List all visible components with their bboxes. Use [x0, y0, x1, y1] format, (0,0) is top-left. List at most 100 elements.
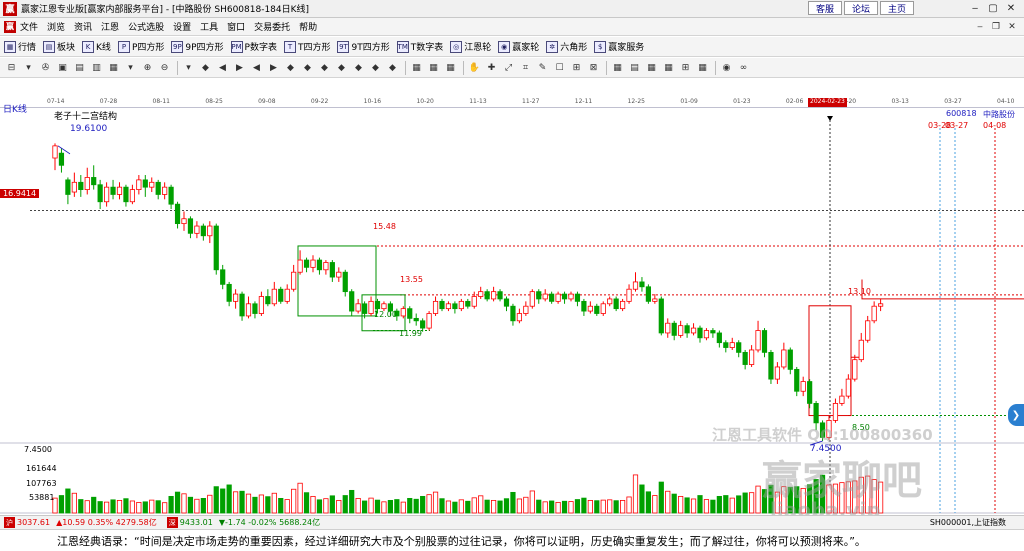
volume-bar	[349, 489, 355, 514]
sz-index-icon: 深	[166, 517, 178, 528]
close-icon[interactable]: ✕	[1002, 1, 1020, 15]
toolbar-item-7[interactable]: 9T 9T四方形	[337, 40, 390, 53]
candle-body	[213, 225, 219, 271]
tool-icon[interactable]: ▶	[266, 61, 281, 75]
scroll-right-button[interactable]: ❯	[1008, 404, 1024, 426]
tool-icon[interactable]: ▣	[55, 61, 70, 75]
volume-bar	[594, 500, 600, 514]
tool-icon[interactable]: ⤢	[501, 61, 516, 75]
tool-icon[interactable]: ⊕	[140, 61, 155, 75]
tool-icon[interactable]: ◆	[198, 61, 213, 75]
tool-icon[interactable]: ▾	[123, 61, 138, 75]
toolbar-item-1[interactable]: ▤ 板块	[43, 40, 75, 53]
menu-info[interactable]: 资讯	[74, 20, 92, 33]
volume-bar	[278, 497, 284, 514]
tool-icon[interactable]: ▾	[181, 61, 196, 75]
candle-body	[355, 303, 361, 312]
menu-window[interactable]: 窗口	[227, 20, 245, 33]
tool-icon[interactable]: ◆	[317, 61, 332, 75]
tool-icon[interactable]: ▦	[644, 61, 659, 75]
selected-date: 2024-02-23	[808, 98, 847, 107]
menu-gann[interactable]: 江恩	[101, 20, 119, 33]
box2-top-label: 13.55	[400, 275, 423, 284]
tool-icon[interactable]: ⊟	[4, 61, 19, 75]
menu-formula[interactable]: 公式选股	[128, 20, 164, 33]
tool-icon[interactable]: ⊞	[678, 61, 693, 75]
menu-tools[interactable]: 工具	[200, 20, 218, 33]
tool-icon[interactable]: ▦	[443, 61, 458, 75]
home-button[interactable]: 主页	[880, 1, 914, 15]
tool-icon[interactable]: ✋	[467, 61, 482, 75]
menu-trade[interactable]: 交易委托	[254, 20, 290, 33]
tool-icon[interactable]: ⊞	[569, 61, 584, 75]
tool-icon[interactable]: ◆	[351, 61, 366, 75]
menu-file[interactable]: 文件	[20, 20, 38, 33]
toolbar-item-6[interactable]: T T四方形	[283, 40, 330, 53]
child-minimize-icon[interactable]: ‒	[972, 20, 988, 33]
minimize-icon[interactable]: ‒	[966, 1, 984, 15]
toolbar-item-8[interactable]: TM T数字表	[396, 40, 443, 53]
service-button[interactable]: 客服	[808, 1, 842, 15]
toolbar-item-3[interactable]: P P四方形	[117, 40, 164, 53]
toolbar-item-10[interactable]: ◉ 赢家轮	[498, 40, 539, 53]
toolbar-item-5[interactable]: PM P数字表	[230, 40, 277, 53]
child-restore-icon[interactable]: ❐	[988, 20, 1004, 33]
candle-body	[755, 330, 761, 351]
tool-icon[interactable]: ✎	[535, 61, 550, 75]
toolbar-item-4[interactable]: 9P 9P四方形	[171, 40, 224, 53]
toolbar-item-9[interactable]: ◎ 江恩轮	[450, 40, 491, 53]
tool-icon[interactable]: ▦	[610, 61, 625, 75]
tool-icon[interactable]: ▦	[661, 61, 676, 75]
maximize-icon[interactable]: ▢	[984, 1, 1002, 15]
tool-icon[interactable]: ▦	[426, 61, 441, 75]
child-close-icon[interactable]: ✕	[1004, 20, 1020, 33]
tool-icon[interactable]: ◆	[334, 61, 349, 75]
tool-icon[interactable]: ◆	[300, 61, 315, 75]
tool-icon[interactable]: ◆	[283, 61, 298, 75]
tool-icon[interactable]: ⊖	[157, 61, 172, 75]
candle-body	[349, 291, 355, 312]
volume-bar	[226, 484, 232, 514]
volume-bar	[181, 493, 187, 514]
candle-body	[542, 293, 548, 300]
tool-icon[interactable]: ☐	[552, 61, 567, 75]
toolbar-item-11[interactable]: ✲ 六角形	[546, 40, 587, 53]
tool-icon[interactable]: ◉	[719, 61, 734, 75]
tool-icon[interactable]: ◆	[368, 61, 383, 75]
toolbar-item-2[interactable]: K K线	[82, 40, 111, 53]
volume-bar	[503, 498, 510, 514]
tool-icon[interactable]: ▦	[695, 61, 710, 75]
tool-icon[interactable]: ✇	[38, 61, 53, 75]
tool-icon[interactable]: ⊠	[586, 61, 601, 75]
index-name[interactable]: SH000001,上证指数	[930, 517, 1006, 528]
menu-browse[interactable]: 浏览	[47, 20, 65, 33]
toolbar-item-12[interactable]: $ 赢家服务	[594, 40, 644, 53]
tool-icon[interactable]: ▤	[627, 61, 642, 75]
candle-body	[536, 291, 542, 300]
candle-body	[478, 291, 484, 297]
tool-icon[interactable]: ✚	[484, 61, 499, 75]
volume-bar	[149, 499, 155, 514]
volume-bar	[239, 490, 245, 514]
sh-index-change: ▲10.59 0.35% 4279.58亿	[56, 518, 157, 527]
forum-button[interactable]: 论坛	[844, 1, 878, 15]
tool-icon[interactable]: ▶	[232, 61, 247, 75]
candle-body	[697, 327, 703, 339]
tool-icon[interactable]: ◆	[385, 61, 400, 75]
menu-help[interactable]: 帮助	[299, 20, 317, 33]
tool-icon[interactable]: ▦	[409, 61, 424, 75]
tool-icon[interactable]: ▦	[106, 61, 121, 75]
tool-icon[interactable]: ◀	[215, 61, 230, 75]
candle-body	[516, 313, 523, 322]
menu-settings[interactable]: 设置	[173, 20, 191, 33]
tool-icon[interactable]: ∞	[736, 61, 751, 75]
tool-icon[interactable]: ▾	[21, 61, 36, 75]
volume-bar	[439, 498, 445, 514]
tool-icon[interactable]: ▥	[89, 61, 104, 75]
candle-body	[858, 339, 864, 361]
toolbar-item-0[interactable]: ▦ 行情	[4, 40, 36, 53]
tool-icon[interactable]: ⌗	[518, 61, 533, 75]
tool-icon[interactable]: ◀	[249, 61, 264, 75]
toolbar-item-icon: PM	[230, 40, 243, 53]
tool-icon[interactable]: ▤	[72, 61, 87, 75]
